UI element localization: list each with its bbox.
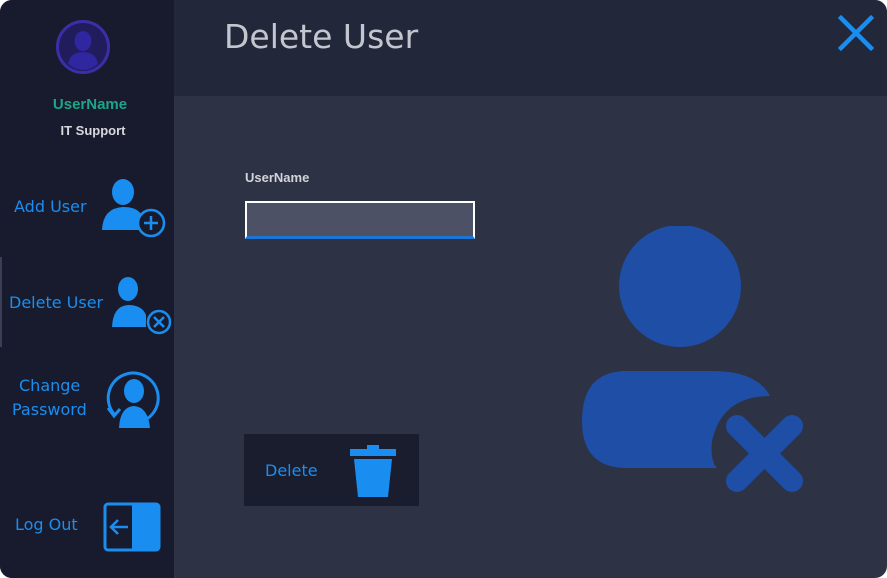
profile-role: IT Support xyxy=(60,123,126,138)
delete-user-illustration-icon xyxy=(582,226,803,492)
sidebar-item-label-line1: Change xyxy=(19,376,81,395)
sidebar-item-label: Add User xyxy=(14,197,87,216)
username-input[interactable] xyxy=(245,201,475,239)
delete-user-icon xyxy=(112,277,172,335)
header: Delete User xyxy=(174,0,887,96)
profile-username: UserName xyxy=(52,96,128,113)
sidebar: UserName IT Support Add User Delete User xyxy=(0,0,174,578)
username-field-label: UserName xyxy=(245,170,310,185)
user-avatar-icon xyxy=(56,20,110,74)
sidebar-item-label: Log Out xyxy=(15,515,78,534)
sidebar-item-label: Delete User xyxy=(9,293,104,312)
sidebar-item-label-line2: Password xyxy=(12,400,87,419)
trash-icon xyxy=(350,445,396,497)
delete-button[interactable]: Delete xyxy=(244,434,419,506)
logout-icon xyxy=(103,502,161,552)
change-password-icon xyxy=(106,371,160,428)
app-window: UserName IT Support Add User Delete User xyxy=(0,0,887,578)
delete-button-label: Delete xyxy=(265,461,318,480)
sidebar-item-add-user[interactable]: Add User xyxy=(0,168,174,248)
close-icon[interactable] xyxy=(837,14,875,52)
add-user-icon xyxy=(102,179,166,238)
sidebar-item-delete-user[interactable]: Delete User xyxy=(0,257,174,347)
page-title: Delete User xyxy=(224,17,419,56)
sidebar-item-log-out[interactable]: Log Out xyxy=(0,495,174,555)
sidebar-item-change-password[interactable]: Change Password xyxy=(0,360,174,440)
